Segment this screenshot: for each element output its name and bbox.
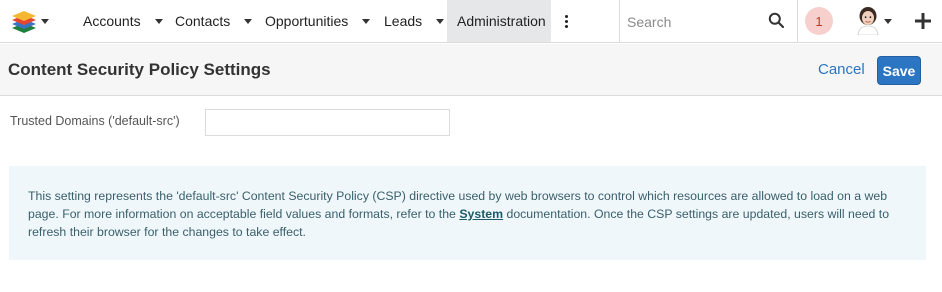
chevron-down-icon[interactable] bbox=[244, 18, 253, 24]
tab-label: Accounts bbox=[83, 13, 141, 29]
chevron-down-icon bbox=[884, 19, 892, 24]
chevron-down-icon[interactable] bbox=[436, 18, 445, 24]
save-button[interactable]: Save bbox=[877, 56, 921, 85]
page-header: Content Security Policy Settings Cancel … bbox=[0, 44, 942, 96]
tab-leads[interactable]: Leads bbox=[384, 0, 445, 42]
trusted-domains-label: Trusted Domains ('default-src') bbox=[10, 114, 180, 128]
tab-label: Leads bbox=[384, 13, 423, 29]
chevron-down-icon bbox=[41, 19, 49, 24]
tab-contacts[interactable]: Contacts bbox=[175, 0, 253, 42]
app-logo-menu[interactable] bbox=[6, 6, 54, 37]
user-menu[interactable] bbox=[852, 4, 896, 38]
stacked-layers-logo-icon bbox=[12, 11, 36, 33]
plus-icon[interactable] bbox=[912, 9, 934, 33]
tab-opportunities[interactable]: Opportunities bbox=[265, 0, 371, 42]
search-input[interactable] bbox=[627, 11, 757, 33]
tab-administration[interactable]: Administration bbox=[447, 0, 551, 42]
top-navigation-bar: Accounts Contacts Opportunities Leads Ad… bbox=[0, 0, 942, 43]
chevron-down-icon[interactable] bbox=[154, 18, 163, 24]
vertical-ellipsis-icon bbox=[564, 14, 568, 28]
notifications-badge[interactable]: 1 bbox=[805, 7, 833, 35]
trusted-domains-input[interactable] bbox=[205, 109, 450, 136]
chevron-down-icon[interactable] bbox=[362, 18, 371, 24]
cancel-button[interactable]: Cancel bbox=[818, 61, 865, 78]
info-message: This setting represents the 'default-src… bbox=[9, 166, 926, 260]
more-tabs-button[interactable] bbox=[557, 0, 575, 42]
system-documentation-link[interactable]: System bbox=[459, 207, 503, 221]
tab-label: Contacts bbox=[175, 13, 231, 29]
page-title: Content Security Policy Settings bbox=[8, 60, 271, 79]
avatar bbox=[857, 7, 879, 35]
tab-label: Opportunities bbox=[265, 13, 349, 29]
tab-label: Administration bbox=[457, 13, 546, 29]
global-search bbox=[619, 0, 798, 43]
tab-accounts[interactable]: Accounts bbox=[83, 0, 163, 42]
search-icon[interactable] bbox=[768, 12, 785, 29]
